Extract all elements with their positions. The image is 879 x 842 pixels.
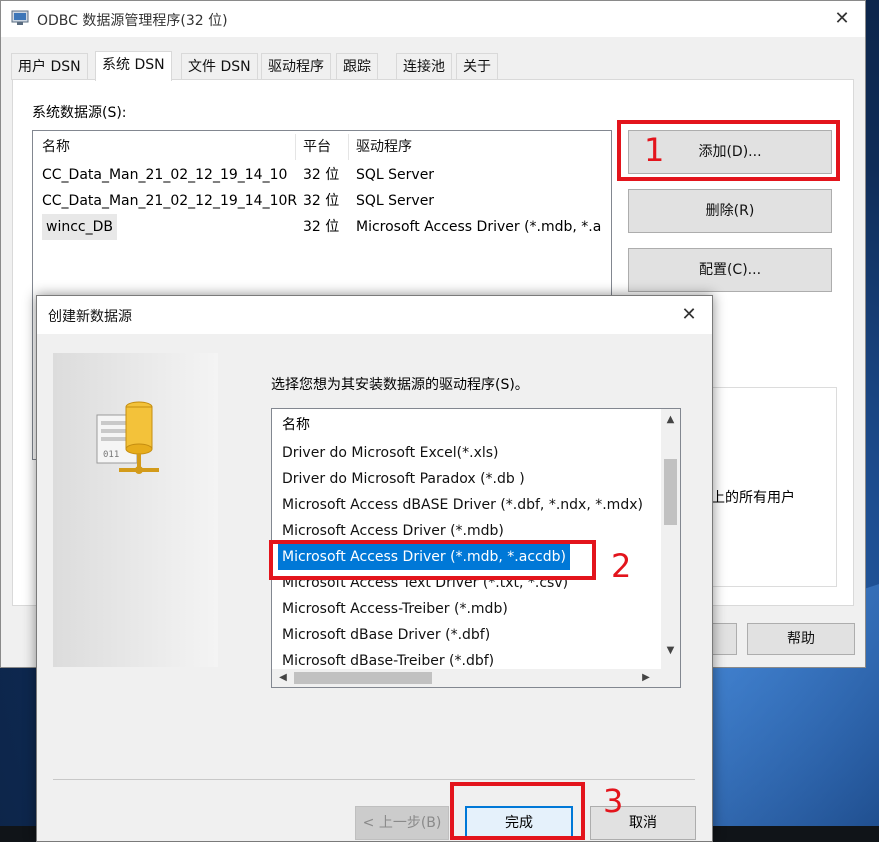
column-header-platform[interactable]: 平台 [303,134,331,160]
annotation-number-1: 1 [644,131,665,169]
driver-item[interactable]: Driver do Microsoft Paradox (*.db ) [278,466,529,492]
dsn-driver: Microsoft Access Driver (*.mdb, *.a [356,219,602,235]
vertical-scrollbar[interactable]: ▲ ▼ [661,409,680,671]
driver-item[interactable]: Driver do Microsoft Excel(*.xls) [278,440,503,466]
dsn-row[interactable]: CC_Data_Man_21_02_12_19_14_10R 32 位 SQL … [39,188,609,214]
dsn-driver: SQL Server [356,193,435,209]
column-header-driver[interactable]: 驱动程序 [356,134,412,160]
tab-drivers[interactable]: 驱动程序 [261,53,331,80]
driver-item[interactable]: Microsoft Access-Treiber (*.mdb) [278,596,512,622]
annotation-box-3 [450,782,585,840]
close-button[interactable]: ✕ [827,5,857,33]
horizontal-scroll-thumb[interactable] [294,672,432,684]
column-header-name[interactable]: 名称 [42,134,70,160]
column-divider [295,134,296,160]
annotation-number-3: 3 [603,782,624,820]
driver-item[interactable]: Microsoft dBase Driver (*.dbf) [278,622,494,648]
annotation-box-2 [269,540,596,580]
help-button[interactable]: 帮助 [747,623,855,655]
tab-user-dsn[interactable]: 用户 DSN [11,53,88,80]
dialog-divider [53,779,695,780]
system-dsn-label: 系统数据源(S): [32,105,127,121]
dsn-name: CC_Data_Man_21_02_12_19_14_10R [42,193,298,209]
vertical-scroll-thumb[interactable] [664,459,677,525]
info-text: 上的所有用户 [711,490,795,506]
dialog-close-button[interactable]: ✕ [676,302,702,328]
scroll-down-icon[interactable]: ▼ [661,642,680,660]
odbc-app-icon [11,10,29,25]
dsn-platform: 32 位 [303,219,340,235]
tab-strip: 用户 DSN 系统 DSN 文件 DSN 驱动程序 跟踪 连接池 关于 [11,51,851,81]
tab-tracing[interactable]: 跟踪 [336,53,378,80]
configure-button[interactable]: 配置(C)... [628,248,832,292]
dialog-title-bar: 创建新数据源 ✕ [37,296,712,334]
tab-system-dsn[interactable]: 系统 DSN [95,51,172,81]
column-divider [348,134,349,160]
dsn-platform: 32 位 [303,167,340,183]
remove-button[interactable]: 删除(R) [628,189,832,233]
database-network-icon: 011 [96,401,159,474]
choose-driver-prompt: 选择您想为其安装数据源的驱动程序(S)。 [271,377,529,393]
dsn-name: CC_Data_Man_21_02_12_19_14_10 [42,167,288,183]
dsn-name: wincc_DB [42,214,117,240]
scroll-up-icon[interactable]: ▲ [661,411,680,429]
dsn-row[interactable]: wincc_DB 32 位 Microsoft Access Driver (*… [39,214,609,240]
horizontal-scrollbar[interactable]: ◀ ▶ [272,669,680,687]
dsn-platform: 32 位 [303,193,340,209]
dialog-title: 创建新数据源 [48,309,132,325]
driver-item[interactable]: Microsoft Access dBASE Driver (*.dbf, *.… [278,492,647,518]
dsn-row[interactable]: CC_Data_Man_21_02_12_19_14_10 32 位 SQL S… [39,162,609,188]
svg-text:011: 011 [103,450,119,460]
dsn-driver: SQL Server [356,167,435,183]
column-header-name[interactable]: 名称 [282,413,310,437]
scroll-left-icon[interactable]: ◀ [274,669,292,687]
scroll-right-icon[interactable]: ▶ [637,669,655,687]
tab-file-dsn[interactable]: 文件 DSN [181,53,258,80]
annotation-number-2: 2 [611,547,632,585]
window-title: ODBC 数据源管理程序(32 位) [37,13,228,29]
title-bar: ODBC 数据源管理程序(32 位) ✕ [1,1,865,37]
wizard-side-panel: 011 [53,353,218,667]
scrollbar-corner [661,669,680,687]
tab-about[interactable]: 关于 [456,53,498,80]
back-button[interactable]: < 上一步(B) [355,806,449,840]
tab-connection-pooling[interactable]: 连接池 [396,53,452,80]
